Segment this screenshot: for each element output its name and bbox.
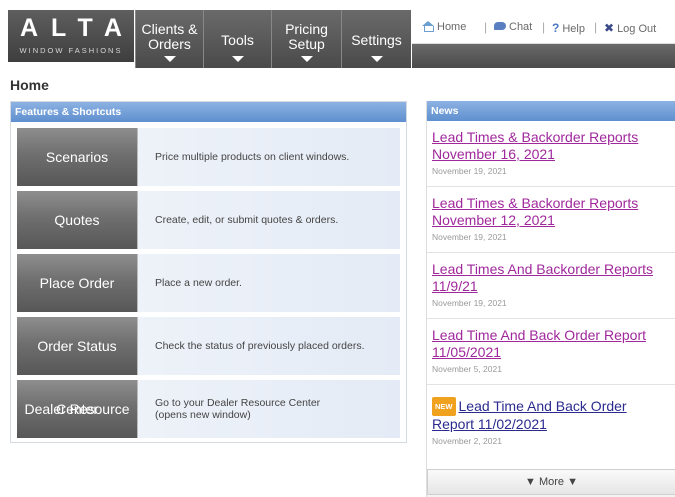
chat-link[interactable]: Chat: [494, 21, 532, 33]
more-button[interactable]: ▼ More ▼: [427, 469, 675, 495]
nav-tools[interactable]: Tools: [203, 10, 271, 68]
shortcut-row-dealer-resource-center: Dealer Resource Center Go to your Dealer …: [17, 380, 400, 438]
news-item: Lead Time And Back Order Report 11/05/20…: [427, 319, 675, 385]
nav-settings[interactable]: Settings: [341, 10, 411, 68]
help-link[interactable]: ? Help: [552, 21, 585, 35]
order-status-button[interactable]: Order Status: [17, 317, 138, 375]
home-icon: [422, 21, 434, 32]
chevron-down-icon: [231, 56, 244, 62]
home-link[interactable]: Home: [422, 21, 466, 33]
news-item: Lead Times & Backorder Reports November …: [427, 121, 675, 187]
news-date: November 19, 2021: [432, 298, 507, 308]
shortcut-description: Place a new order.: [155, 277, 242, 289]
logo-tagline: WINDOW FASHIONS: [19, 46, 123, 55]
shortcut-row-place-order: Place Order Place a new order.: [17, 254, 400, 312]
news-date: November 19, 2021: [432, 232, 507, 242]
nav-clients-orders-label: Clients & Orders: [141, 21, 198, 52]
scenarios-button[interactable]: Scenarios: [17, 128, 138, 186]
nav-pricing-setup-label: Pricing Setup: [285, 21, 328, 52]
nav-pricing-setup[interactable]: Pricing Setup: [271, 10, 341, 68]
top-header: ALTA WINDOW FASHIONS Clients & Orders Too…: [0, 0, 675, 68]
chevron-down-icon: [370, 56, 383, 62]
nav-settings-label: Settings: [351, 32, 402, 48]
new-badge: NEW: [432, 397, 456, 416]
alta-logo[interactable]: ALTA WINDOW FASHIONS: [8, 10, 134, 62]
place-order-button[interactable]: Place Order: [17, 254, 138, 312]
shortcut-description: Go to your Dealer Resource Center (opens …: [155, 397, 321, 421]
news-item: Lead Times & Backorder Reports November …: [427, 187, 675, 253]
shortcut-description: Create, edit, or submit quotes & orders.: [155, 214, 339, 226]
utility-bar: Home | Chat | ? Help | ✖ Log Out: [412, 10, 675, 44]
news-link[interactable]: NEW Lead Time And Back Order Report 11/02…: [432, 385, 675, 433]
news-link[interactable]: Lead Times & Backorder Reports November …: [432, 121, 675, 163]
util-separator: |: [594, 20, 598, 34]
nav-tools-label: Tools: [221, 32, 254, 48]
news-list: Lead Times & Backorder Reports November …: [427, 121, 675, 469]
util-separator: |: [542, 20, 546, 34]
news-link[interactable]: Lead Times & Backorder Reports November …: [432, 187, 675, 229]
shortcut-description: Check the status of previously placed or…: [155, 340, 365, 352]
news-date: November 2, 2021: [432, 436, 502, 446]
shortcut-row-scenarios: Scenarios Price multiple products on cli…: [17, 128, 400, 186]
features-panel-header: Features & Shortcuts: [11, 102, 406, 122]
dealer-resource-center-button[interactable]: Dealer Resource Center: [17, 380, 138, 438]
logo-wordmark: ALTA: [20, 14, 135, 42]
news-panel-header: News: [427, 101, 675, 121]
logout-icon: ✖: [604, 21, 615, 35]
news-link[interactable]: Lead Times And Backorder Reports 11/9/21: [432, 253, 675, 295]
shortcut-row-order-status: Order Status Check the status of previou…: [17, 317, 400, 375]
help-icon: ?: [552, 21, 560, 35]
chevron-down-icon: [163, 56, 176, 62]
news-item: Lead Times And Backorder Reports 11/9/21…: [427, 253, 675, 319]
util-separator: |: [484, 20, 488, 34]
page-title: Home: [10, 77, 49, 93]
news-link[interactable]: Lead Time And Back Order Report 11/05/20…: [432, 319, 675, 361]
shortcut-description: Price multiple products on client window…: [155, 151, 350, 163]
logout-link[interactable]: ✖ Log Out: [604, 21, 656, 35]
news-panel: News Lead Times & Backorder Reports Nove…: [426, 101, 675, 497]
news-date: November 5, 2021: [432, 364, 502, 374]
chat-icon: [494, 22, 506, 30]
shortcut-row-quotes: Quotes Create, edit, or submit quotes & …: [17, 191, 400, 249]
features-panel: Features & Shortcuts Scenarios Price mul…: [10, 101, 407, 443]
utility-strip: [412, 44, 675, 68]
chevron-down-icon: [300, 56, 313, 62]
news-date: November 19, 2021: [432, 166, 507, 176]
nav-clients-orders[interactable]: Clients & Orders: [135, 10, 203, 68]
news-item: NEW Lead Time And Back Order Report 11/02…: [427, 385, 675, 457]
quotes-button[interactable]: Quotes: [17, 191, 138, 249]
